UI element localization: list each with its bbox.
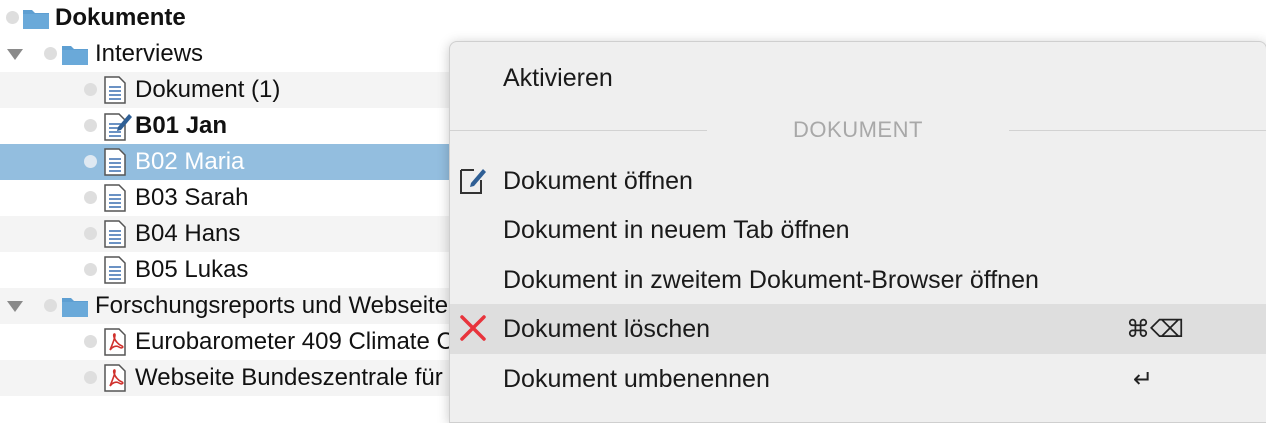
tree-document-label: B02 Maria: [135, 148, 245, 175]
menu-item-open-document[interactable]: Dokument öffnen: [450, 156, 1266, 206]
node-dot: [84, 119, 97, 132]
folder-icon: [61, 294, 89, 318]
tree-folder-label: Interviews: [95, 40, 204, 67]
node-dot: [84, 191, 97, 204]
folder-icon: [61, 42, 89, 66]
tree-root-label: Dokumente: [55, 4, 186, 31]
menu-item-label: Dokument umbenennen: [503, 364, 770, 393]
menu-item-label: Dokument in zweitem Dokument-Browser öff…: [503, 265, 1039, 294]
tree-document-label: Dokument (1): [135, 76, 281, 103]
menu-item-label: Dokument öffnen: [503, 166, 693, 195]
node-dot: [84, 263, 97, 276]
node-dot: [44, 47, 57, 60]
node-dot: [6, 11, 19, 24]
text-document-icon: [104, 76, 126, 104]
text-document-icon: [104, 256, 126, 284]
pdf-document-icon: [104, 328, 126, 356]
pdf-document-icon: [104, 364, 126, 392]
disclosure-triangle-icon[interactable]: [7, 49, 23, 60]
node-dot: [84, 371, 97, 384]
node-dot: [84, 155, 97, 168]
node-dot: [84, 335, 97, 348]
disclosure-triangle-icon[interactable]: [7, 301, 23, 312]
text-document-icon: [104, 148, 126, 176]
text-document-icon: [104, 184, 126, 212]
keyboard-shortcut: ⌘⌫: [1126, 315, 1184, 343]
delete-x-icon: [458, 313, 488, 343]
tree-document-label: B04 Hans: [135, 220, 241, 247]
menu-section-title: DOKUMENT: [793, 117, 923, 142]
tree-document-label: B05 Lukas: [135, 256, 249, 283]
context-menu: Aktivieren DOKUMENT Dokument öffnen Doku…: [449, 41, 1266, 423]
menu-item-label: Aktivieren: [503, 63, 613, 92]
tree-document-label: B03 Sarah: [135, 184, 249, 211]
tree-document-label: B01 Jan: [135, 112, 228, 139]
node-dot: [84, 83, 97, 96]
menu-item-delete-document[interactable]: Dokument löschen ⌘⌫: [450, 304, 1266, 354]
menu-item-label: Dokument löschen: [503, 314, 711, 343]
edit-document-icon: [458, 165, 488, 195]
menu-item-aktivieren[interactable]: Aktivieren: [450, 53, 1266, 103]
menu-item-label: Dokument in neuem Tab öffnen: [503, 215, 850, 244]
node-dot: [84, 227, 97, 240]
tree-root-dokumente[interactable]: Dokumente: [0, 0, 1266, 36]
tree-folder-label: Forschungsreports und Webseiten: [95, 292, 462, 319]
text-document-icon: [104, 220, 126, 248]
menu-item-open-new-tab[interactable]: Dokument in neuem Tab öffnen: [450, 205, 1266, 255]
keyboard-shortcut: ↵: [1133, 365, 1154, 393]
node-dot: [44, 299, 57, 312]
folder-icon: [22, 6, 50, 30]
edit-document-icon: [104, 111, 132, 141]
menu-item-open-second-browser[interactable]: Dokument in zweitem Dokument-Browser öff…: [450, 255, 1266, 305]
